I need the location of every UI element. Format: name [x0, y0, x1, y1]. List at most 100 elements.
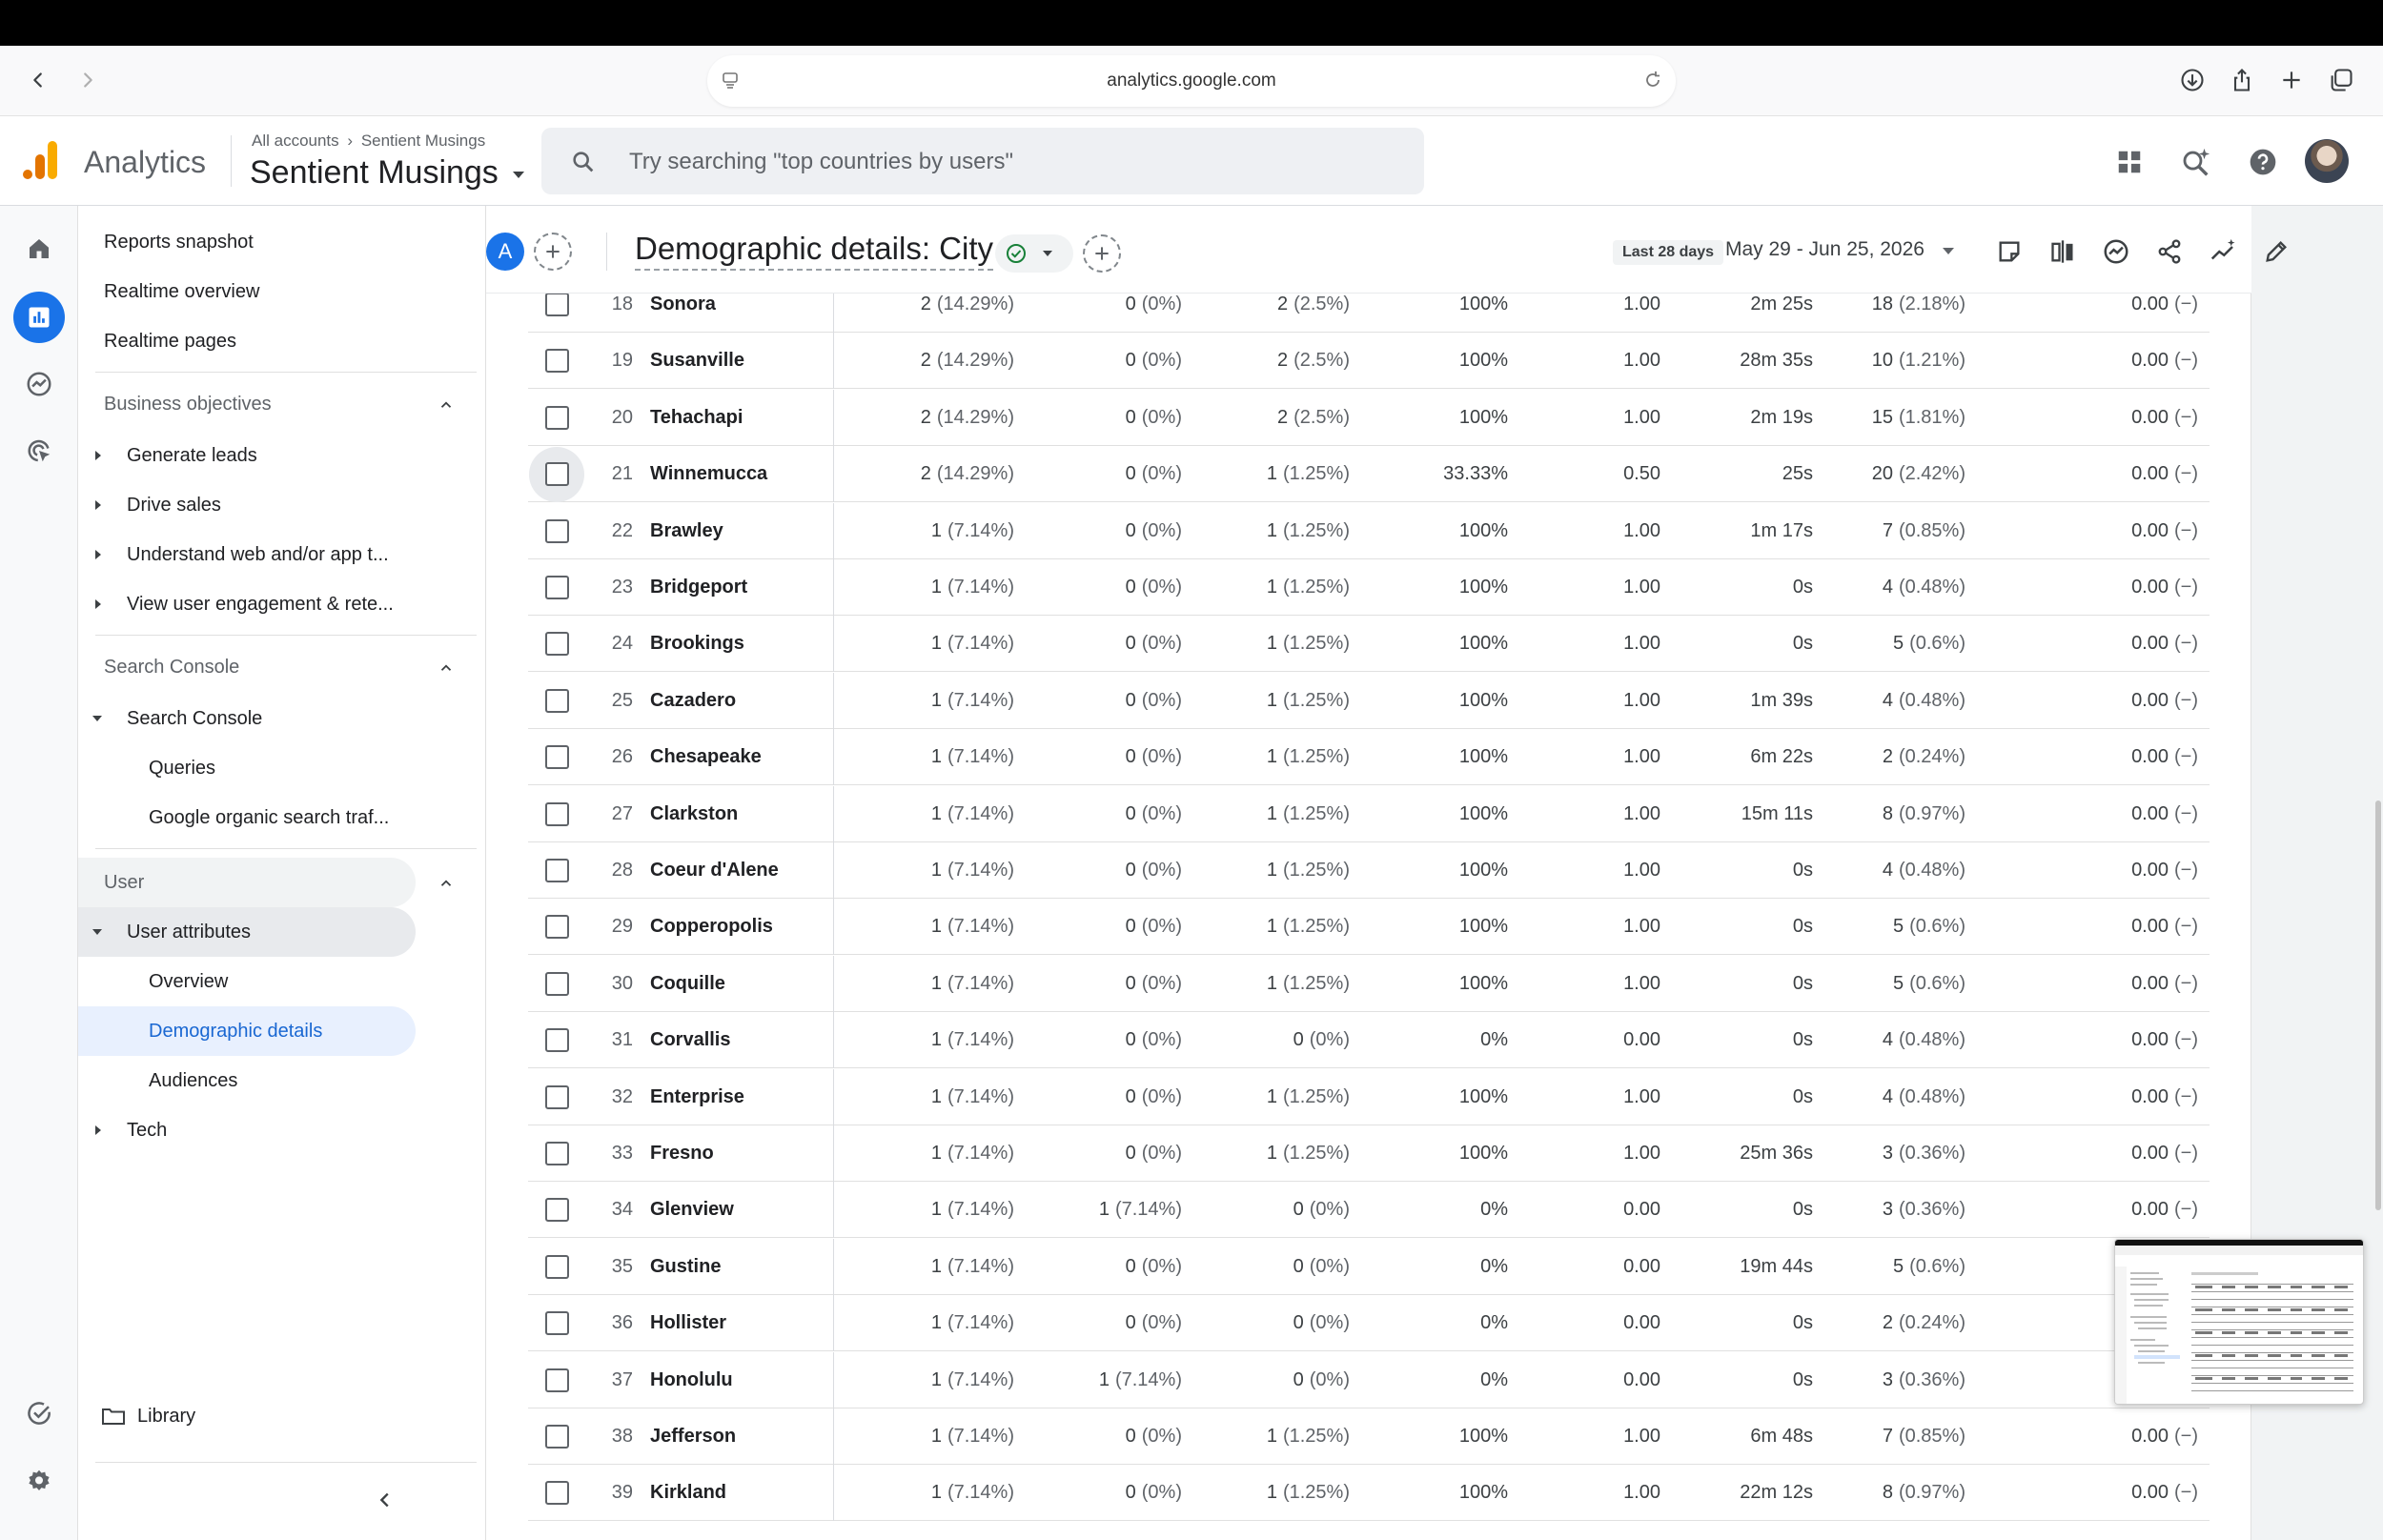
row-checkbox[interactable]	[544, 293, 569, 316]
compare-button[interactable]	[2044, 233, 2082, 271]
row-checkbox[interactable]	[544, 1481, 569, 1506]
row-checkbox-wrap[interactable]	[528, 503, 585, 559]
explore-button[interactable]	[13, 358, 65, 410]
city-name[interactable]: Brawley	[650, 503, 831, 559]
row-checkbox[interactable]	[544, 405, 569, 430]
row-checkbox-wrap[interactable]	[528, 842, 585, 899]
table-row[interactable]: 31 Corvallis 1 (7.14%) 0 (0%) 0 (0%) 0% 0.00 0s 4 (0…	[528, 1012, 2210, 1069]
city-name[interactable]: Winnemucca	[650, 446, 831, 502]
apps-button[interactable]	[2108, 141, 2150, 183]
row-checkbox[interactable]	[544, 915, 569, 940]
help-button[interactable]	[2242, 141, 2284, 183]
home-button[interactable]	[13, 223, 65, 274]
city-name[interactable]: Gustine	[650, 1239, 831, 1295]
row-checkbox[interactable]	[544, 1311, 569, 1336]
nav-audiences[interactable]: Audiences	[78, 1058, 237, 1104]
reload-icon[interactable]	[1641, 69, 1664, 96]
tab-overview-button[interactable]	[2324, 63, 2358, 97]
back-button[interactable]	[19, 61, 57, 99]
screenshot-thumbnail[interactable]	[2114, 1239, 2364, 1405]
table-row[interactable]: 24 Brookings 1 (7.14%) 0 (0%) 1 (1.25%) 100% 1.00…	[528, 616, 2210, 673]
row-checkbox-wrap[interactable]	[528, 786, 585, 842]
table-row[interactable]: 38 Jefferson 1 (7.14%) 0 (0%) 1 (1.25%) 100% 1.00…	[528, 1408, 2210, 1465]
nav-queries[interactable]: Queries	[78, 745, 215, 791]
nav-demographic-details[interactable]: Demographic details	[78, 1008, 322, 1054]
city-name[interactable]: Brookings	[650, 616, 831, 672]
table-row[interactable]: 28 Coeur d'Alene 1 (7.14%) 0 (0%) 1 (1.25%) 100%…	[528, 842, 2210, 899]
row-checkbox[interactable]	[544, 801, 569, 826]
city-name[interactable]: Glenview	[650, 1182, 831, 1238]
admin-button[interactable]	[13, 1454, 65, 1506]
section-user[interactable]: User	[104, 861, 476, 903]
table-row[interactable]: 39 Kirkland 1 (7.14%) 0 (0%) 1 (1.25%) 100% 1.00 2…	[528, 1465, 2210, 1522]
row-checkbox-wrap[interactable]	[528, 729, 585, 785]
forward-button[interactable]	[69, 61, 107, 99]
insights-button[interactable]	[2097, 233, 2135, 271]
table-row[interactable]: 33 Fresno 1 (7.14%) 0 (0%) 1 (1.25%) 100% 1.00 25m…	[528, 1125, 2210, 1182]
row-checkbox-wrap[interactable]	[528, 390, 585, 446]
row-checkbox[interactable]	[544, 1198, 569, 1223]
city-name[interactable]: Bridgeport	[650, 559, 831, 616]
row-checkbox-wrap[interactable]	[528, 1182, 585, 1238]
row-checkbox-wrap[interactable]	[528, 616, 585, 672]
row-checkbox-wrap[interactable]	[528, 446, 585, 502]
address-bar[interactable]: analytics.google.com	[707, 55, 1676, 107]
row-checkbox[interactable]	[544, 632, 569, 657]
breadcrumb-leaf[interactable]: Sentient Musings	[361, 132, 485, 150]
city-name[interactable]: Coquille	[650, 956, 831, 1012]
search-input[interactable]: Try searching "top countries by users"	[629, 149, 1013, 175]
account-name[interactable]: Sentient Musings	[250, 154, 499, 191]
nav-google-organic-search[interactable]: Google organic search traf...	[78, 795, 389, 841]
row-checkbox-wrap[interactable]	[528, 1408, 585, 1465]
row-checkbox[interactable]	[544, 1368, 569, 1392]
nav-understand-traffic[interactable]: Understand web and/or app t...	[78, 532, 389, 578]
nav-user-engagement[interactable]: View user engagement & rete...	[78, 581, 394, 627]
row-checkbox-wrap[interactable]	[528, 1352, 585, 1408]
row-checkbox-wrap[interactable]	[528, 1239, 585, 1295]
chevron-up-icon[interactable]	[438, 875, 455, 892]
date-preset-label[interactable]: Last 28 days	[1613, 240, 1724, 265]
row-checkbox-wrap[interactable]	[528, 673, 585, 729]
row-checkbox[interactable]	[544, 462, 569, 487]
row-checkbox-wrap[interactable]	[528, 956, 585, 1012]
city-name[interactable]: Fresno	[650, 1125, 831, 1182]
city-name[interactable]: Clarkston	[650, 786, 831, 842]
insights-search-button[interactable]	[2175, 141, 2217, 183]
insights-note-button[interactable]	[1990, 233, 2028, 271]
table-row[interactable]: 34 Glenview 1 (7.14%) 1 (7.14%) 0 (0%) 0% 0.00 0s 3…	[528, 1182, 2210, 1239]
table-row[interactable]: 32 Enterprise 1 (7.14%) 0 (0%) 1 (1.25%) 100% 1.0…	[528, 1068, 2210, 1125]
city-name[interactable]: Jefferson	[650, 1408, 831, 1465]
date-range-selector[interactable]: May 29 - Jun 25, 2026	[1725, 238, 1925, 261]
breadcrumb-root[interactable]: All accounts	[252, 132, 339, 150]
chevron-up-icon[interactable]	[438, 396, 455, 414]
nav-search-console-group[interactable]: Search Console	[78, 696, 262, 741]
trend-insights-button[interactable]	[2204, 233, 2242, 271]
row-checkbox[interactable]	[544, 688, 569, 713]
row-checkbox-wrap[interactable]	[528, 1069, 585, 1125]
table-row[interactable]: 26 Chesapeake 1 (7.14%) 0 (0%) 1 (1.25%) 100% 1.0…	[528, 729, 2210, 786]
city-name[interactable]: Copperopolis	[650, 899, 831, 955]
share-button[interactable]	[2225, 63, 2259, 97]
city-name[interactable]: Chesapeake	[650, 729, 831, 785]
nav-realtime-pages[interactable]: Realtime pages	[78, 318, 236, 364]
scrollbar[interactable]	[2375, 800, 2381, 1210]
city-name[interactable]: Enterprise	[650, 1069, 831, 1125]
city-name[interactable]: Tehachapi	[650, 390, 831, 446]
section-business-objectives[interactable]: Business objectives	[104, 383, 476, 425]
comparison-badge[interactable]: A	[486, 233, 524, 271]
downloads-button[interactable]	[2175, 63, 2210, 97]
analytics-logo-icon[interactable]	[21, 139, 59, 186]
table-row[interactable]: 30 Coquille 1 (7.14%) 0 (0%) 1 (1.25%) 100% 1.00 0…	[528, 955, 2210, 1012]
nav-generate-leads[interactable]: Generate leads	[78, 433, 257, 478]
table-row[interactable]: 37 Honolulu 1 (7.14%) 1 (7.14%) 0 (0%) 0% 0.00 0s 3…	[528, 1351, 2210, 1408]
row-checkbox-wrap[interactable]	[528, 1012, 585, 1068]
url-text[interactable]: analytics.google.com	[707, 71, 1676, 91]
table-row[interactable]: 19 Susanville 2 (14.29%) 0 (0%) 2 (2.5%) 100% 1.0…	[528, 333, 2210, 390]
add-comparison-button[interactable]	[534, 233, 572, 271]
city-name[interactable]: Susanville	[650, 333, 831, 389]
chevron-up-icon[interactable]	[438, 659, 455, 677]
row-checkbox-wrap[interactable]	[528, 1295, 585, 1351]
row-checkbox-wrap[interactable]	[528, 899, 585, 955]
row-checkbox[interactable]	[544, 1425, 569, 1449]
table-row[interactable]: 25 Cazadero 1 (7.14%) 0 (0%) 1 (1.25%) 100% 1.00 1…	[528, 672, 2210, 729]
